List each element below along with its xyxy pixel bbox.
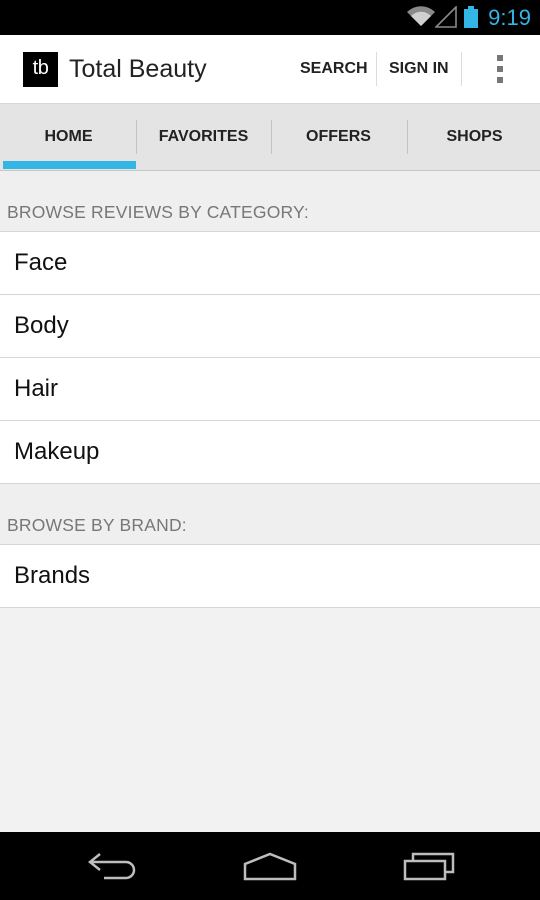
category-item-body[interactable]: Body	[0, 295, 540, 358]
app-logo[interactable]: tb	[23, 52, 58, 87]
main-content: BROWSE REVIEWS BY CATEGORY: Face Body Ha…	[0, 171, 540, 608]
category-item-face[interactable]: Face	[0, 232, 540, 295]
tab-separator	[407, 120, 408, 154]
brand-section-header: BROWSE BY BRAND:	[0, 484, 540, 545]
action-divider	[461, 52, 462, 86]
cell-signal-icon	[435, 6, 457, 28]
app-title: Total Beauty	[69, 55, 207, 83]
overflow-menu-icon[interactable]	[486, 35, 516, 103]
category-item-hair[interactable]: Hair	[0, 358, 540, 421]
search-button[interactable]: SEARCH	[300, 35, 368, 103]
system-nav-bar	[0, 832, 540, 900]
wifi-icon	[407, 6, 435, 27]
tab-separator	[271, 120, 272, 154]
action-divider	[376, 52, 377, 86]
back-icon[interactable]	[86, 850, 138, 882]
tab-separator	[136, 120, 137, 154]
status-bar: 9:19	[0, 0, 540, 35]
category-section-header: BROWSE REVIEWS BY CATEGORY:	[0, 171, 540, 232]
selected-tab-indicator	[3, 161, 136, 169]
category-item-makeup[interactable]: Makeup	[0, 421, 540, 484]
recent-apps-icon[interactable]	[402, 850, 456, 882]
action-bar: tb Total Beauty SEARCH SIGN IN	[0, 35, 540, 104]
clock-time: 9:19	[488, 5, 531, 30]
tab-offers[interactable]: OFFERS	[271, 104, 406, 170]
tab-favorites[interactable]: FAVORITES	[136, 104, 271, 170]
battery-icon	[464, 6, 478, 28]
home-icon[interactable]	[242, 850, 298, 882]
tab-shops[interactable]: SHOPS	[407, 104, 540, 170]
sign-in-button[interactable]: SIGN IN	[389, 35, 449, 103]
brand-item-brands[interactable]: Brands	[0, 545, 540, 608]
